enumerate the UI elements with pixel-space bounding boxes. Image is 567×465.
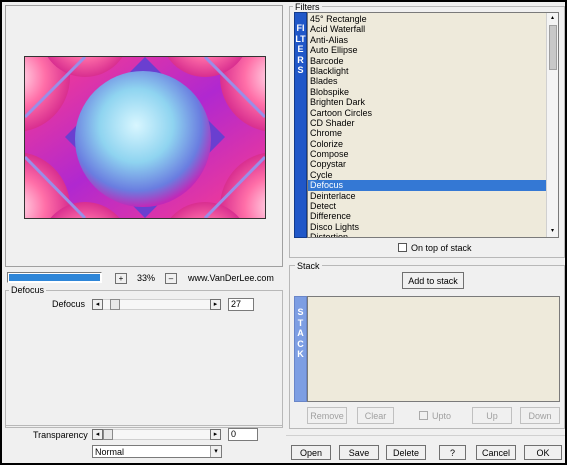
filter-list-item[interactable]: Detect (308, 201, 546, 211)
filter-list-item[interactable]: Acid Waterfall (308, 24, 546, 34)
filters-sidebar-text: FILTERS (295, 23, 306, 75)
filter-list-item[interactable]: Distortion (308, 232, 546, 237)
up-button[interactable]: Up (472, 407, 512, 424)
footer-divider (286, 435, 565, 436)
open-button[interactable]: Open (291, 445, 331, 460)
filter-list-item[interactable]: Copystar (308, 159, 546, 169)
filter-list-item[interactable]: Auto Ellipse (308, 45, 546, 55)
defocus-value-field[interactable]: 27 (228, 298, 254, 311)
filter-list-item[interactable]: Blobspike (308, 87, 546, 97)
transparency-divider (5, 425, 283, 426)
scroll-up-arrow[interactable]: ▴ (548, 14, 557, 23)
on-top-checkbox[interactable] (398, 243, 407, 252)
scroll-thumb[interactable] (549, 25, 557, 70)
help-button[interactable]: ? (439, 445, 466, 460)
defocus-group-title: Defocus (9, 285, 47, 295)
filter-list-item[interactable]: Cartoon Circles (308, 108, 546, 118)
clear-button[interactable]: Clear (357, 407, 394, 424)
filter-list-item[interactable]: Disco Lights (308, 222, 546, 232)
filters-sidebar: FILTERS (294, 12, 307, 238)
progress-bar (7, 272, 102, 283)
transparency-slider-thumb[interactable] (103, 429, 113, 440)
filter-list-item[interactable]: Colorize (308, 139, 546, 149)
cancel-button[interactable]: Cancel (476, 445, 516, 460)
filter-list-item[interactable]: Compose (308, 149, 546, 159)
filter-list-item[interactable]: CD Shader (308, 118, 546, 128)
filters-group-title: Filters (293, 2, 322, 12)
save-button[interactable]: Save (339, 445, 379, 460)
stack-sidebar: STACK (294, 296, 307, 402)
upto-label: Upto (432, 411, 452, 421)
preview-panel (5, 5, 283, 267)
blend-mode-value: Normal (95, 447, 125, 457)
progress-fill (9, 274, 100, 281)
defocus-slider-thumb[interactable] (110, 299, 120, 310)
remove-button[interactable]: Remove (307, 407, 347, 424)
website-link[interactable]: www.VanDerLee.com (188, 273, 274, 283)
down-button[interactable]: Down (520, 407, 560, 424)
transparency-slider-left-arrow[interactable]: ◂ (92, 429, 103, 440)
chevron-down-icon[interactable]: ▾ (210, 446, 221, 457)
defocus-param-label: Defocus (52, 299, 86, 309)
filter-list-item[interactable]: Blades (308, 76, 546, 86)
on-top-label: On top of stack (411, 243, 472, 253)
filter-list-item[interactable]: Defocus (308, 180, 546, 191)
ok-button[interactable]: OK (524, 445, 562, 460)
filter-list-item[interactable]: 45° Rectangle (308, 14, 546, 24)
zoom-level: 33% (137, 273, 156, 283)
stack-sidebar-text: STACK (297, 307, 304, 359)
transparency-label: Transparency (33, 430, 88, 440)
filter-list-item[interactable]: Deinterlace (308, 191, 546, 201)
add-to-stack-button[interactable]: Add to stack (402, 272, 464, 289)
filter-list-item[interactable]: Cycle (308, 170, 546, 180)
zoom-in-button[interactable]: + (115, 273, 127, 284)
filters-scrollbar[interactable]: ▴ ▾ (546, 13, 558, 237)
transparency-slider-right-arrow[interactable]: ▸ (210, 429, 221, 440)
delete-button[interactable]: Delete (386, 445, 426, 460)
plugin-window: + 33% – www.VanDerLee.com Defocus Defocu… (0, 0, 567, 465)
scroll-down-arrow[interactable]: ▾ (548, 227, 557, 236)
filter-list-item[interactable]: Anti-Alias (308, 35, 546, 45)
zoom-out-button[interactable]: – (165, 273, 177, 284)
filters-list-items: 45° Rectangle Acid Waterfall Anti-Alias Aut… (308, 14, 546, 237)
filter-list-item[interactable]: Blacklight (308, 66, 546, 76)
preview-image[interactable] (24, 56, 266, 219)
defocus-slider-right-arrow[interactable]: ▸ (210, 299, 221, 310)
transparency-slider-track[interactable] (103, 429, 210, 440)
stack-list[interactable] (307, 296, 560, 402)
filter-list-item[interactable]: Chrome (308, 128, 546, 138)
filters-list[interactable]: 45° Rectangle Acid Waterfall Anti-Alias Aut… (307, 12, 559, 238)
stack-group-title: Stack (295, 261, 322, 271)
preview-image-render (25, 57, 265, 218)
defocus-slider-left-arrow[interactable]: ◂ (92, 299, 103, 310)
filter-list-item[interactable]: Barcode (308, 56, 546, 66)
filter-list-item[interactable]: Brighten Dark (308, 97, 546, 107)
blend-mode-select[interactable]: Normal ▾ (92, 445, 222, 458)
filter-list-item[interactable]: Difference (308, 211, 546, 221)
upto-checkbox[interactable] (419, 411, 428, 420)
transparency-value-field[interactable]: 0 (228, 428, 258, 441)
